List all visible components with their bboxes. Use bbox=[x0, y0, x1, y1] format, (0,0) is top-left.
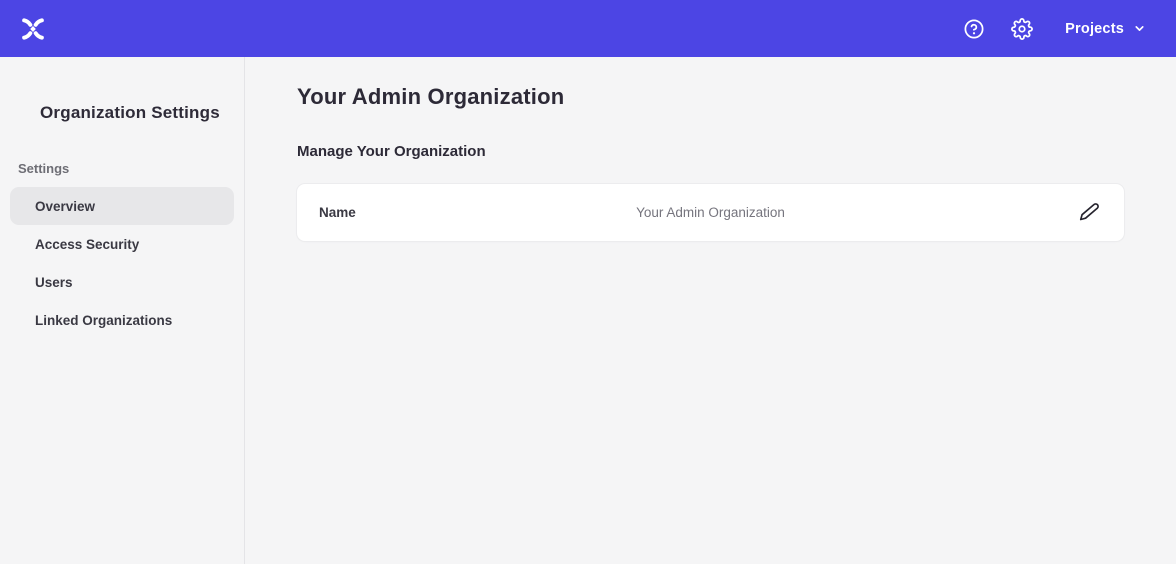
projects-menu-label: Projects bbox=[1065, 21, 1124, 37]
page-body: Organization Settings Settings Overview … bbox=[0, 57, 1176, 564]
name-field-row: Name Your Admin Organization bbox=[297, 184, 1124, 241]
sidebar-title: Organization Settings bbox=[40, 103, 244, 123]
sidebar-item-access-security[interactable]: Access Security bbox=[10, 225, 234, 263]
x-logo-icon bbox=[18, 15, 48, 43]
help-icon bbox=[963, 18, 985, 40]
sidebar-item-linked-organizations[interactable]: Linked Organizations bbox=[10, 301, 234, 339]
top-bar: Projects bbox=[0, 0, 1176, 57]
projects-menu-button[interactable]: Projects bbox=[1059, 20, 1152, 38]
sidebar-item-users[interactable]: Users bbox=[10, 263, 234, 301]
help-button[interactable] bbox=[963, 18, 985, 40]
topbar-actions: Projects bbox=[963, 18, 1152, 40]
edit-name-button[interactable] bbox=[1077, 200, 1102, 225]
main-content: Your Admin Organization Manage Your Orga… bbox=[245, 57, 1176, 564]
settings-sidebar: Organization Settings Settings Overview … bbox=[0, 57, 245, 564]
sidebar-item-overview[interactable]: Overview bbox=[10, 187, 234, 225]
chevron-down-icon bbox=[1133, 22, 1146, 35]
gear-icon bbox=[1011, 18, 1033, 40]
page-title: Your Admin Organization bbox=[297, 84, 1124, 110]
sidebar-nav: Overview Access Security Users Linked Or… bbox=[0, 187, 244, 339]
section-title: Manage Your Organization bbox=[297, 143, 1124, 160]
name-field-label: Name bbox=[319, 205, 356, 220]
settings-button[interactable] bbox=[1011, 18, 1033, 40]
sidebar-section-label: Settings bbox=[18, 161, 244, 176]
brand-logo-button[interactable] bbox=[18, 15, 48, 43]
pencil-icon bbox=[1079, 202, 1100, 223]
name-field-value: Your Admin Organization bbox=[297, 205, 1124, 220]
